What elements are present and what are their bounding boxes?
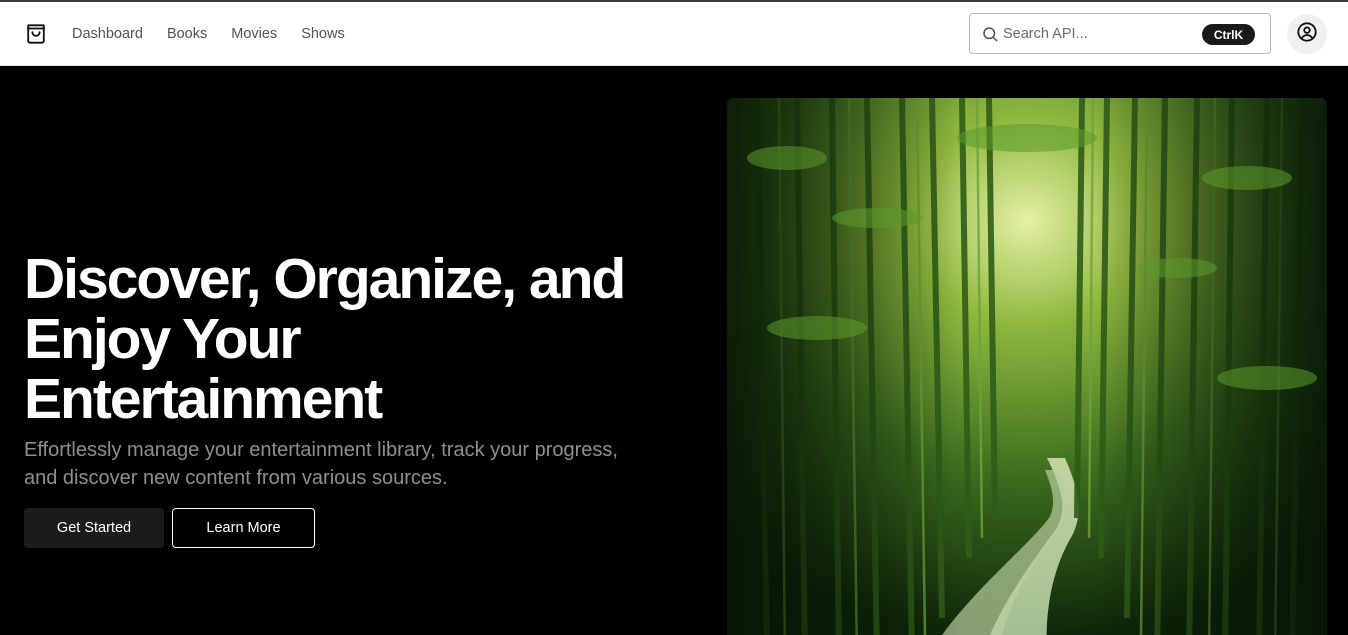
learn-more-button[interactable]: Learn More: [172, 508, 315, 548]
keyboard-shortcut-badge: CtrlK: [1202, 24, 1255, 45]
user-menu-button[interactable]: [1287, 14, 1327, 54]
nav-item-movies[interactable]: Movies: [231, 26, 277, 42]
nav-item-shows[interactable]: Shows: [301, 26, 345, 42]
user-circle-icon: [1296, 21, 1318, 48]
nav-item-books[interactable]: Books: [167, 26, 207, 42]
main-nav: Dashboard Books Movies Shows: [72, 2, 345, 66]
hero-title-line-3: Entertainment: [24, 367, 383, 431]
hero-title-line-2: Enjoy Your: [24, 307, 302, 371]
hero-title-line-1: Discover, Organize, and: [24, 247, 626, 311]
search-icon: [981, 25, 999, 43]
hero-subtitle: Effortlessly manage your entertainment l…: [24, 439, 618, 489]
nav-item-dashboard[interactable]: Dashboard: [72, 26, 143, 42]
hero-title: Discover, Organize, and Enjoy Your Enter…: [24, 249, 704, 429]
hero-section: Discover, Organize, and Enjoy Your Enter…: [0, 67, 1348, 635]
search-box[interactable]: CtrlK: [969, 13, 1271, 54]
top-navbar: Dashboard Books Movies Shows CtrlK: [0, 2, 1348, 66]
shopping-bag-icon[interactable]: [25, 23, 47, 45]
search-input[interactable]: [1003, 22, 1188, 46]
get-started-button[interactable]: Get Started: [24, 508, 164, 548]
bamboo-path-image: [727, 98, 1327, 635]
